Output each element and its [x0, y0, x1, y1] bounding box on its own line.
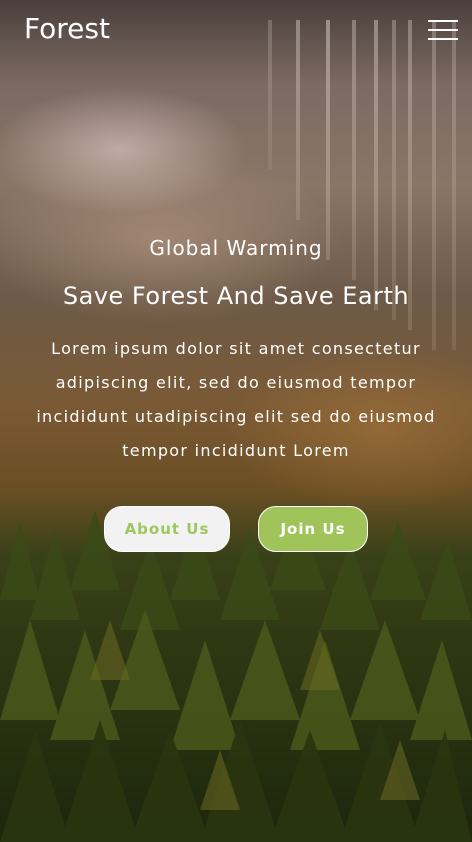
about-us-button[interactable]: About Us	[104, 506, 230, 552]
hero-description: Lorem ipsum dolor sit amet consectetur a…	[36, 339, 436, 460]
hamburger-menu-icon[interactable]	[428, 20, 458, 42]
hero-buttons: About Us Join Us	[0, 506, 472, 552]
hero-background-image: Forest Global Warming Save Forest And Sa…	[0, 0, 472, 842]
site-logo[interactable]: Forest	[24, 12, 110, 45]
join-us-button[interactable]: Join Us	[258, 506, 368, 552]
menu-line	[428, 20, 458, 22]
hero-title: Save Forest And Save Earth	[62, 282, 410, 310]
top-navbar: Forest	[0, 0, 472, 60]
hero-eyebrow: Global Warming	[149, 236, 323, 260]
menu-line	[428, 29, 458, 31]
menu-line	[428, 38, 458, 40]
hero-content: Global Warming Save Forest And Save Eart…	[0, 236, 472, 468]
